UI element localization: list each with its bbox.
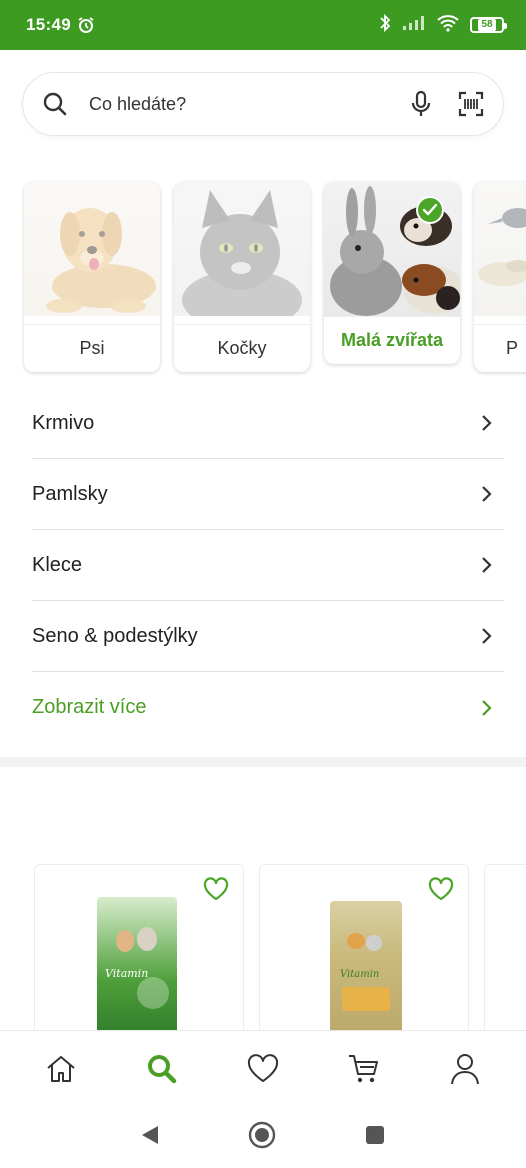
- menu-item-label: Krmivo: [32, 411, 95, 434]
- svg-text:Vitamin: Vitamin: [340, 969, 379, 980]
- cart-icon: [349, 1054, 379, 1082]
- alarm-icon: [77, 16, 95, 34]
- status-time: 15:49: [26, 15, 71, 34]
- product-card-partial[interactable]: [484, 864, 526, 1034]
- status-icons: 58: [378, 13, 507, 38]
- nav-home[interactable]: [31, 1039, 91, 1099]
- chevron-right-icon: [478, 414, 496, 432]
- nav-cart[interactable]: [334, 1039, 394, 1099]
- nav-favorites[interactable]: [233, 1039, 293, 1099]
- battery-icon: 58: [470, 17, 507, 33]
- category-label: Psi: [24, 324, 160, 372]
- nav-account[interactable]: [435, 1039, 495, 1099]
- menu-item-label: Pamlsky: [32, 482, 108, 505]
- small-animals-image: [324, 182, 460, 316]
- category-label: P: [474, 324, 526, 372]
- favorite-heart-icon[interactable]: [428, 877, 454, 901]
- bluetooth-icon: [378, 13, 392, 38]
- product-card[interactable]: Vitamin: [259, 864, 469, 1034]
- back-icon[interactable]: [140, 1124, 160, 1151]
- menu-item-label: Klece: [32, 553, 83, 576]
- search-bar[interactable]: Co hledáte?: [22, 72, 504, 136]
- category-label: Malá zvířata: [324, 316, 460, 364]
- bird-image: [474, 182, 526, 316]
- microphone-icon[interactable]: [407, 90, 435, 118]
- show-more-link[interactable]: Zobrazit více: [32, 672, 504, 743]
- category-card-small-animals[interactable]: Malá zvířata: [324, 182, 460, 364]
- home-icon: [46, 1055, 75, 1082]
- selected-check-icon: [416, 196, 444, 224]
- battery-level: 58: [478, 19, 496, 31]
- category-carousel[interactable]: Psi Kočky Malá zvířata P: [22, 180, 526, 376]
- status-bar: 15:49 58: [0, 0, 526, 50]
- nav-search[interactable]: [132, 1039, 192, 1099]
- menu-item-label: Seno & podestýlky: [32, 624, 198, 647]
- menu-item-pamlsky[interactable]: Pamlsky: [32, 459, 504, 530]
- dog-image: [24, 182, 160, 316]
- product-card[interactable]: Vitamin: [34, 864, 244, 1034]
- cat-image: [174, 182, 310, 316]
- product-image-hay: Vitamin: [330, 901, 402, 1033]
- bottom-navigation: [0, 1030, 526, 1106]
- system-navigation-bar: [0, 1106, 526, 1168]
- show-more-label: Zobrazit více: [32, 696, 147, 718]
- search-icon: [147, 1054, 177, 1083]
- category-label: Kočky: [174, 324, 310, 372]
- search-input[interactable]: Co hledáte?: [89, 94, 407, 115]
- svg-text:Vitamin: Vitamin: [105, 967, 148, 980]
- menu-item-klece[interactable]: Klece: [32, 530, 504, 601]
- chevron-right-icon: [478, 699, 496, 717]
- category-card-cats[interactable]: Kočky: [174, 182, 310, 372]
- chevron-right-icon: [478, 556, 496, 574]
- signal-icon: [402, 15, 426, 36]
- section-divider: [0, 757, 526, 767]
- favorite-heart-icon[interactable]: [203, 877, 229, 901]
- search-icon: [41, 90, 69, 118]
- category-card-birds[interactable]: P: [474, 182, 526, 372]
- menu-item-krmivo[interactable]: Krmivo: [32, 388, 504, 459]
- wifi-icon: [436, 14, 460, 37]
- home-button-icon[interactable]: [248, 1121, 276, 1154]
- recents-icon[interactable]: [364, 1124, 386, 1151]
- category-card-dogs[interactable]: Psi: [24, 182, 160, 372]
- product-image-rabbit-food: Vitamin: [97, 897, 177, 1033]
- subcategory-list: Krmivo Pamlsky Klece Seno & podestýlky Z…: [32, 388, 504, 743]
- chevron-right-icon: [478, 485, 496, 503]
- menu-item-seno-podestylky[interactable]: Seno & podestýlky: [32, 601, 504, 672]
- chevron-right-icon: [478, 627, 496, 645]
- barcode-scanner-icon[interactable]: [457, 90, 485, 118]
- user-icon: [451, 1053, 480, 1084]
- heart-icon: [247, 1053, 279, 1082]
